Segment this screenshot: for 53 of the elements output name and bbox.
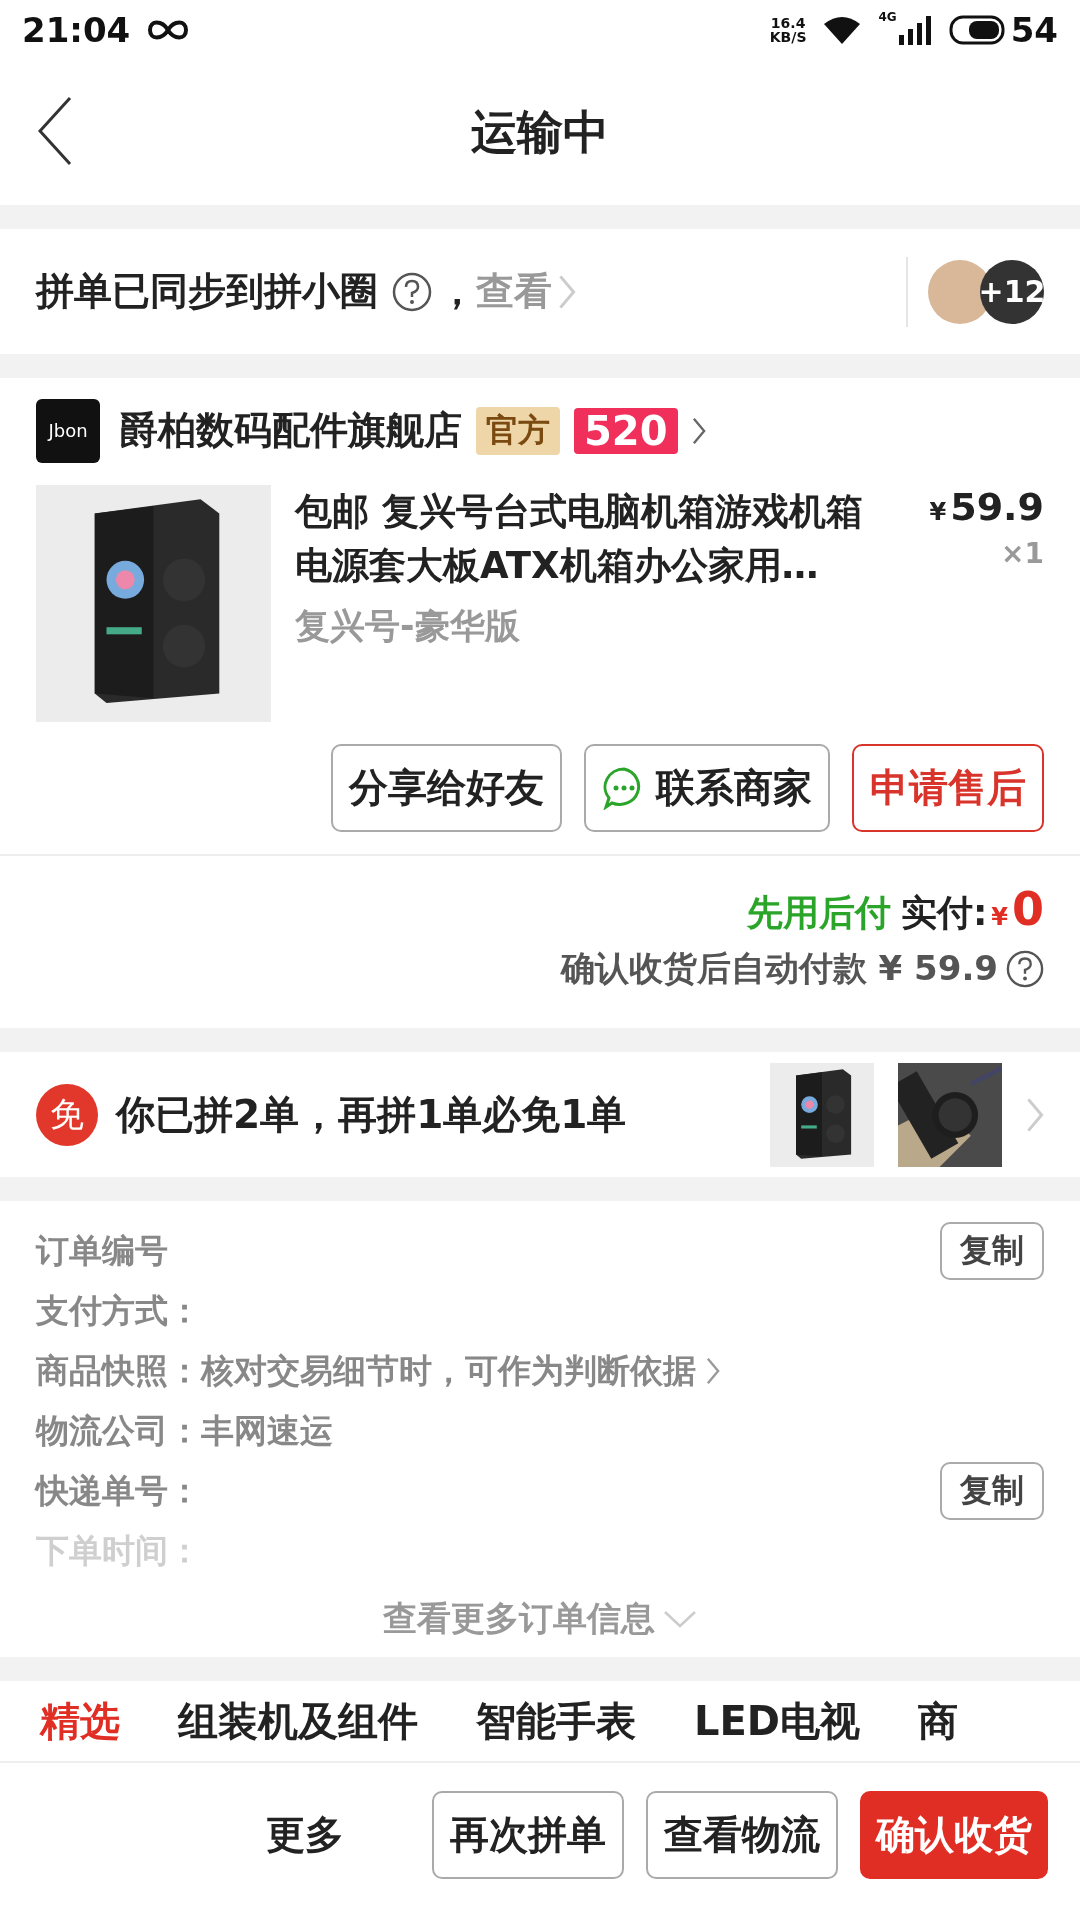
product-quantity: ×1 (1001, 537, 1044, 570)
action-button[interactable]: 再次拼单 (432, 1791, 624, 1879)
info-label: 支付方式： (36, 1289, 201, 1332)
page-title: 运输中 (471, 103, 609, 161)
status-time: 21:04 (22, 10, 131, 50)
battery-level: 54 (1010, 10, 1058, 50)
sync-message: 拼单已同步到拼小圈 (36, 268, 378, 315)
category-tab[interactable]: 智能手表 (476, 1694, 636, 1749)
signal-icon (898, 15, 933, 45)
store-logo: Jbon (36, 398, 100, 463)
category-tab[interactable]: 精选 (40, 1694, 120, 1749)
confirm-receipt-button[interactable]: 确认收货 (860, 1791, 1048, 1879)
category-tab[interactable]: 商 (918, 1694, 958, 1749)
help-icon (1006, 950, 1044, 988)
official-badge: 官方 (476, 406, 560, 455)
copy-button[interactable]: 复制 (940, 1222, 1044, 1280)
info-label: 订单编号 (36, 1229, 168, 1272)
category-tab[interactable]: 组装机及组件 (178, 1694, 418, 1749)
product-title[interactable]: 包邮 复兴号台式电脑机箱游戏机箱电源套大板ATX机箱办公家用… (295, 485, 885, 593)
chevron-right-icon (691, 416, 706, 445)
category-tab[interactable]: LED电视 (694, 1694, 860, 1749)
store-name[interactable]: 爵柏数码配件旗舰店 (120, 405, 462, 456)
chevron-right-icon (1026, 1096, 1044, 1133)
action-button[interactable]: 查看物流 (646, 1791, 838, 1879)
comma: ， (438, 268, 476, 315)
info-label: 物流公司： (36, 1409, 201, 1452)
free-order-icon: 免 (36, 1083, 98, 1146)
promo-message: 你已拼2单，再拼1单必免1单 (116, 1090, 627, 1139)
network-type: 4G (878, 10, 897, 24)
info-label: 快递单号： (36, 1469, 201, 1512)
info-value[interactable]: 核对交易细节时，可作为判断依据 (201, 1348, 696, 1394)
chevron-down-icon (663, 1610, 697, 1628)
avatar-count: +12 (980, 259, 1044, 324)
product-price: ¥59.9 (929, 485, 1044, 529)
chevron-right-icon (706, 1357, 720, 1385)
network-speed: 16.4 KB/S (769, 16, 807, 44)
paid-amount: 先用后付 实付:¥0 (746, 882, 1044, 938)
copy-button[interactable]: 复制 (940, 1462, 1044, 1520)
wifi-icon (822, 14, 863, 46)
back-icon[interactable] (38, 96, 72, 166)
help-icon (392, 271, 432, 312)
after-sales-button[interactable]: 申请售后 (852, 744, 1044, 832)
auto-pay-note: 确认收货后自动付款 ¥ 59.9 (560, 947, 998, 990)
info-value: 丰网速运 (201, 1409, 333, 1452)
share-button[interactable]: 分享给好友 (331, 744, 562, 832)
more-button[interactable]: 更多 (250, 1791, 360, 1879)
chevron-right-icon (558, 273, 576, 310)
info-label: 商品快照： (36, 1349, 201, 1392)
promo-badge: 520 (574, 407, 678, 454)
contact-seller-button[interactable]: 联系商家 (584, 744, 830, 832)
infinity-icon (146, 18, 191, 42)
product-variant: 复兴号-豪华版 (295, 605, 521, 648)
battery-icon (948, 15, 1007, 45)
